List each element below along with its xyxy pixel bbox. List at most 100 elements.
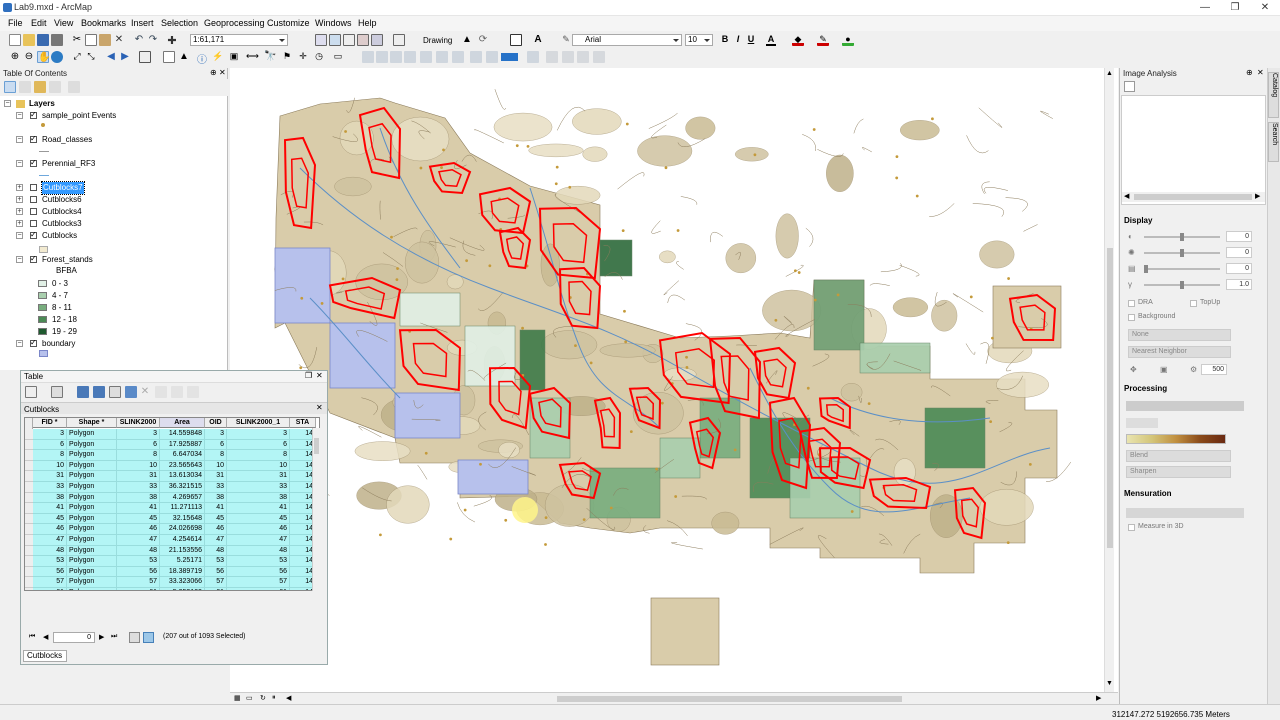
georef-tool-4-icon[interactable] <box>404 51 416 63</box>
menu-file[interactable]: File <box>8 18 23 28</box>
ia-gear-icon[interactable]: ⚙ <box>1190 365 1197 374</box>
column-header[interactable]: FID * <box>33 418 67 428</box>
expand-icon[interactable]: − <box>16 232 23 239</box>
table-cell[interactable]: 11.271113 <box>160 503 205 514</box>
table-cell[interactable]: 57 <box>227 577 290 588</box>
row-selector[interactable] <box>25 460 33 472</box>
ia-hscroll-thumb[interactable] <box>1134 194 1252 200</box>
table-cell[interactable]: 53 <box>117 556 160 567</box>
table-cell[interactable]: 33 <box>205 482 227 493</box>
ia-pin-icon[interactable]: ⊕ <box>1246 68 1253 77</box>
layout-view-icon[interactable]: ▭ <box>246 694 253 702</box>
layer-label[interactable]: Cutblocks7 <box>41 181 85 195</box>
show-all-records-icon[interactable] <box>129 632 140 643</box>
row-selector[interactable] <box>25 471 33 482</box>
table-cell[interactable]: 56 <box>205 566 227 578</box>
table-cell[interactable]: 3 <box>117 429 160 440</box>
select-elements-icon[interactable]: ▲ <box>461 34 473 46</box>
layer-label[interactable]: Road_classes <box>42 134 92 146</box>
fixed-zoom-in-icon[interactable]: ⤢ <box>71 51 83 63</box>
scroll-up-icon[interactable]: ▲ <box>1106 70 1113 77</box>
hscroll-thumb[interactable] <box>557 696 902 702</box>
table-layer-close-icon[interactable]: ✕ <box>316 403 323 412</box>
table-cell[interactable]: 48 <box>227 545 290 557</box>
measure3d-checkbox[interactable] <box>1128 524 1135 531</box>
table-cell[interactable]: 14.559848 <box>160 429 205 440</box>
go-to-xy-icon[interactable]: ✛ <box>297 51 309 63</box>
ia-close-icon[interactable]: ✕ <box>1257 68 1264 77</box>
list-by-selection-icon[interactable] <box>49 81 61 93</box>
table-cell[interactable]: 10 <box>205 460 227 472</box>
bold-button[interactable]: B <box>720 34 730 44</box>
show-selected-records-icon[interactable] <box>143 632 154 643</box>
table-cell[interactable]: 4.254614 <box>160 535 205 546</box>
layer-label[interactable]: sample_point Events <box>42 110 116 122</box>
last-record-icon[interactable]: ⏭ <box>111 633 117 641</box>
time-slider-icon[interactable]: ◷ <box>313 51 325 63</box>
table-cell[interactable]: 46 <box>117 524 160 535</box>
toc-layer-row[interactable]: − Forest_stands <box>16 253 224 266</box>
layer-label[interactable]: boundary <box>42 338 75 350</box>
georef-tool-2-icon[interactable] <box>376 51 388 63</box>
search-side-tab[interactable]: Search <box>1268 122 1279 162</box>
scroll-left-icon[interactable]: ◀ <box>286 694 291 702</box>
editor-toolbar-icon[interactable] <box>315 34 327 46</box>
mensuration-section-header[interactable]: Mensuration <box>1120 488 1267 499</box>
column-header[interactable]: Area <box>160 418 205 428</box>
zoom-out-icon[interactable]: ⊖ <box>23 51 35 63</box>
column-header[interactable]: Shape * <box>67 418 117 428</box>
font-color-button[interactable]: A <box>766 34 776 46</box>
hyperlink-icon[interactable]: ⚡ <box>212 51 224 63</box>
back-extent-icon[interactable]: ◀ <box>105 51 117 63</box>
table-cell[interactable]: 31 <box>205 471 227 482</box>
table-cell[interactable]: 45 <box>117 513 160 525</box>
table-cell[interactable]: Polygon <box>67 482 117 493</box>
map-scale-combo[interactable]: 1:61,171 <box>190 34 288 46</box>
dra-checkbox[interactable] <box>1128 300 1135 307</box>
table-bottom-tab[interactable]: Cutblocks <box>23 650 67 662</box>
italic-button[interactable]: I <box>733 34 743 44</box>
menu-edit[interactable]: Edit <box>31 18 47 28</box>
drawing-menu[interactable]: Drawing <box>423 36 452 45</box>
row-selector[interactable] <box>25 566 33 578</box>
attribute-table-grid[interactable]: FID * Shape * SLINK2000 Area OID SLINK2000_1 S… <box>24 417 320 591</box>
table-cell[interactable]: Polygon <box>67 429 117 440</box>
ia-scroll-left-icon[interactable]: ◀ <box>1124 192 1129 200</box>
rotate-icon[interactable]: ⟳ <box>477 34 489 46</box>
map-canvas[interactable] <box>230 68 1118 692</box>
sharpen-field[interactable]: Sharpen <box>1126 466 1231 478</box>
table-cell[interactable]: 57 <box>205 577 227 588</box>
table-cell[interactable]: 47 <box>33 535 67 546</box>
vscroll-thumb[interactable] <box>1107 248 1113 548</box>
toc-layer-row[interactable]: − Road_classes <box>16 133 224 146</box>
table-cell[interactable]: Polygon <box>67 524 117 535</box>
list-by-drawing-order-icon[interactable] <box>4 81 16 93</box>
toc-layer-row[interactable]: + Cutblocks4 <box>16 206 224 218</box>
table-tool-1-icon[interactable] <box>155 386 167 398</box>
table-cell[interactable]: 53 <box>227 556 290 567</box>
identify-icon[interactable]: ⓘ <box>196 51 208 66</box>
table-cell[interactable]: 61 <box>117 588 160 590</box>
slider-value[interactable]: 0 <box>1226 263 1252 274</box>
table-cell[interactable]: 41 <box>117 503 160 514</box>
find-route-icon[interactable]: ⚑ <box>281 51 293 63</box>
table-cell[interactable]: Polygon <box>67 545 117 557</box>
table-layer-tab[interactable]: Cutblocks ✕ <box>21 402 327 414</box>
table-close-icon[interactable]: ✕ <box>316 371 323 380</box>
color-swatch-icon[interactable] <box>501 53 518 61</box>
switch-selection-icon[interactable] <box>93 386 105 398</box>
georef-tool-5-icon[interactable] <box>420 51 432 63</box>
create-viewer-icon[interactable]: ▭ <box>332 51 344 63</box>
catalog-side-tab[interactable]: Catalog <box>1268 72 1279 118</box>
menu-bookmarks[interactable]: Bookmarks <box>81 18 126 28</box>
table-cell[interactable]: 21.153556 <box>160 545 205 557</box>
select-by-attributes-icon[interactable] <box>77 386 89 398</box>
topup-checkbox[interactable] <box>1190 300 1197 307</box>
table-cell[interactable]: 6 <box>205 439 227 451</box>
full-extent-icon[interactable] <box>51 51 63 63</box>
table-options-icon[interactable] <box>25 386 37 398</box>
table-cell[interactable]: 8 <box>205 450 227 461</box>
menu-windows[interactable]: Windows <box>315 18 352 28</box>
layer-checkbox[interactable] <box>30 337 37 349</box>
row-selector[interactable] <box>25 450 33 461</box>
